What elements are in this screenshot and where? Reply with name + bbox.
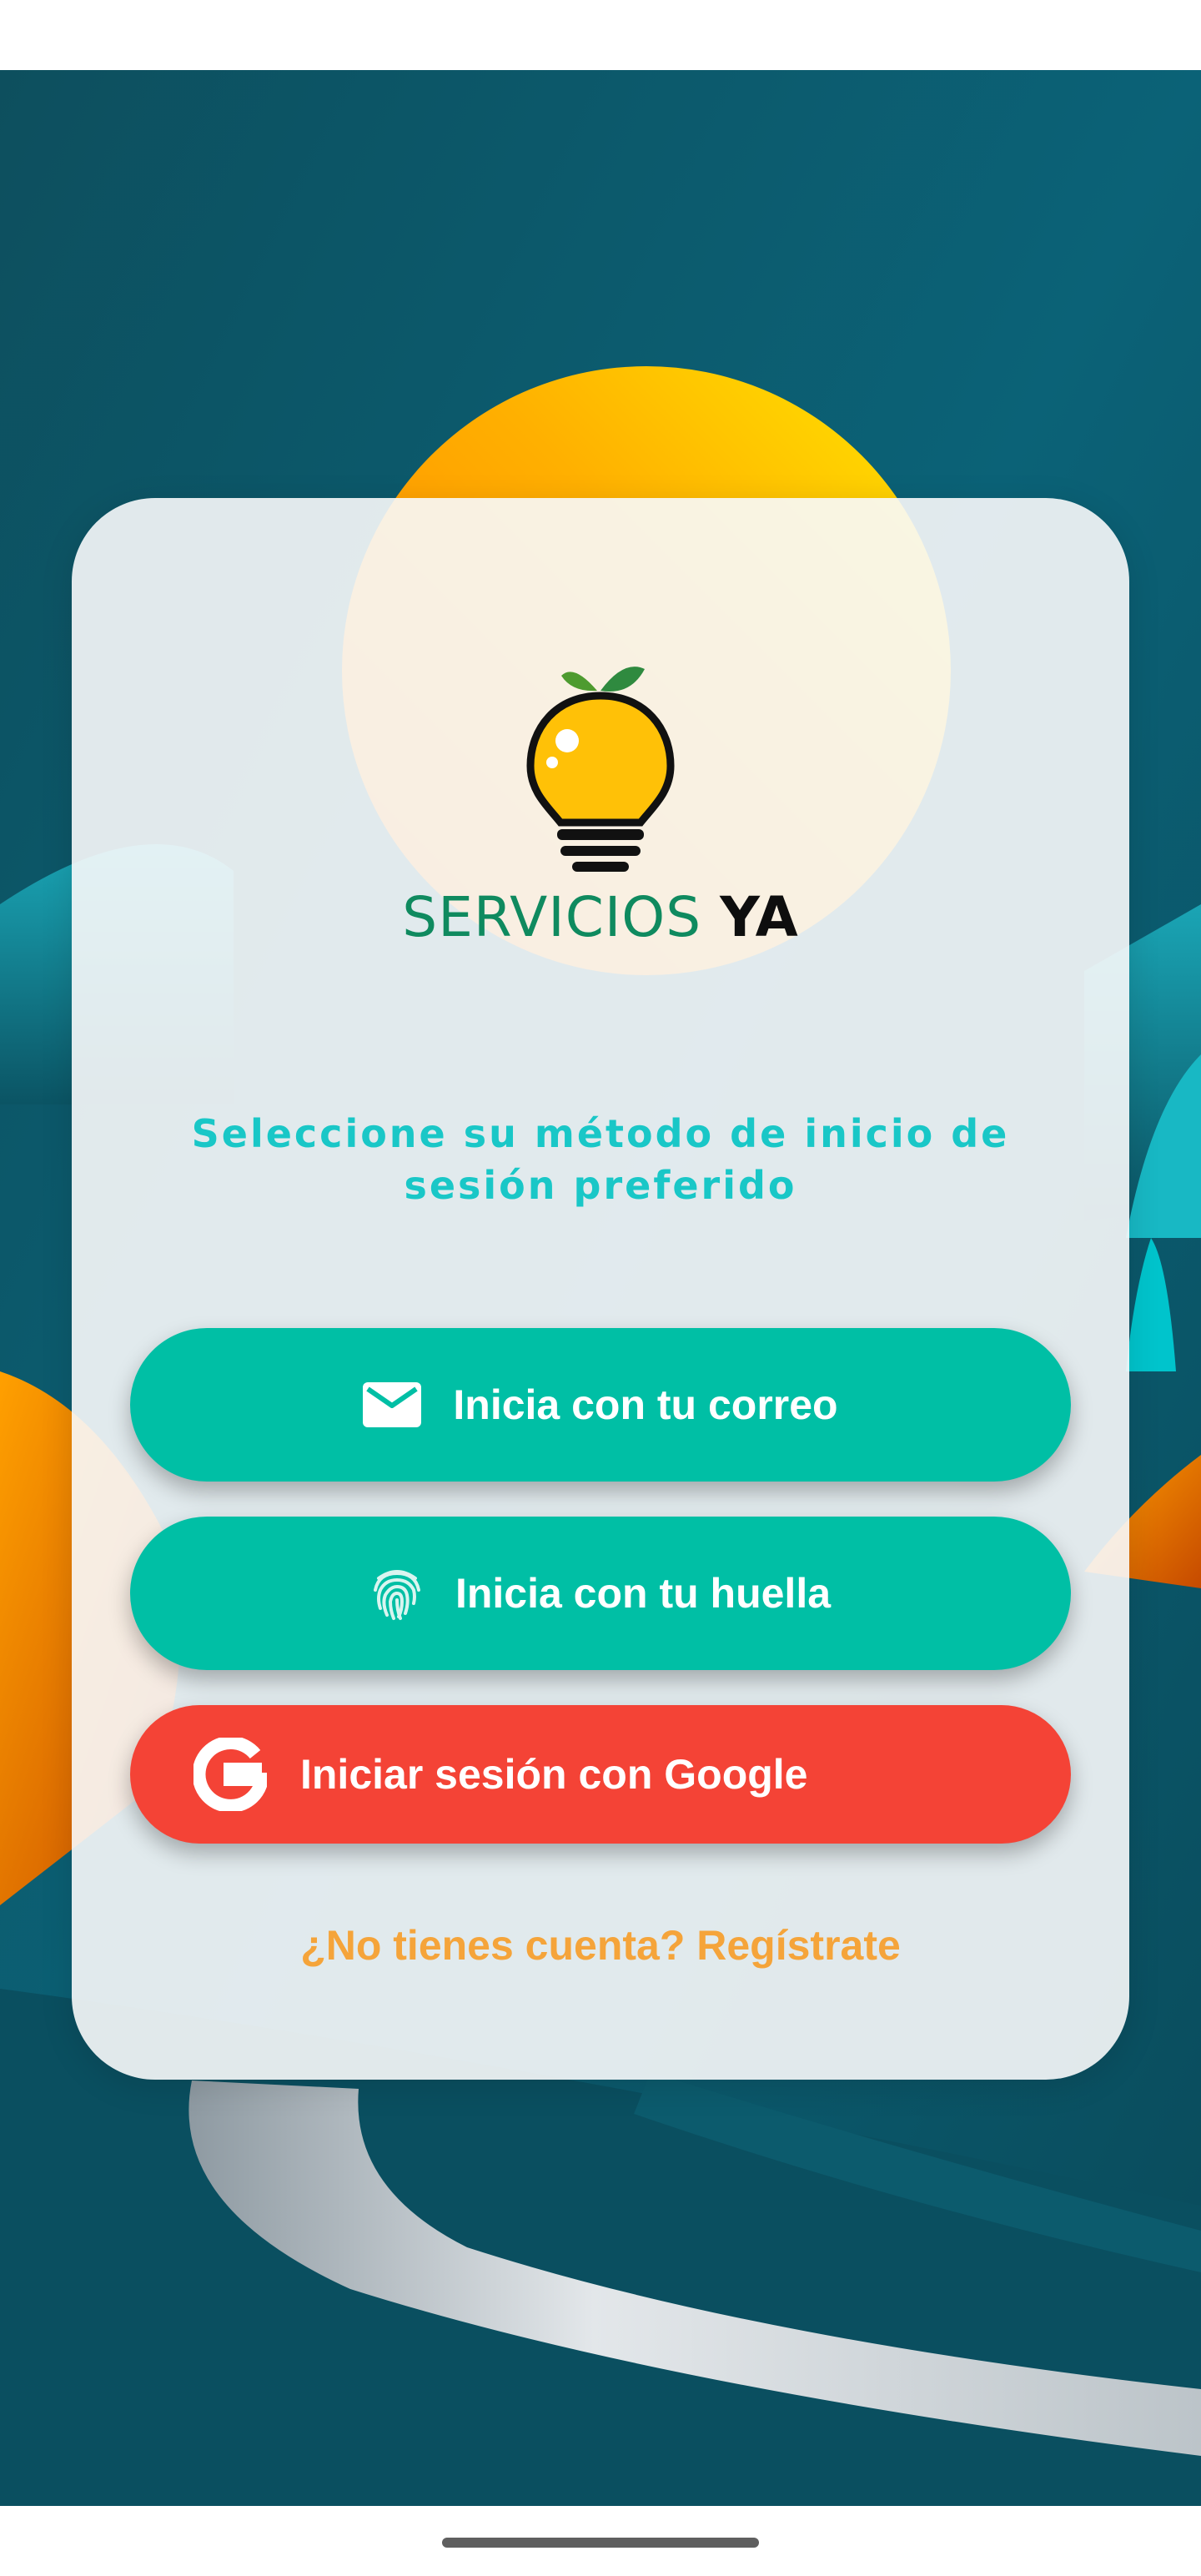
mail-icon: [363, 1382, 422, 1427]
email-login-label: Inicia con tu correo: [453, 1381, 838, 1428]
google-login-button[interactable]: Iniciar sesión con Google: [130, 1705, 1071, 1844]
fingerprint-icon: [370, 1565, 424, 1622]
navigation-bar: [0, 2506, 1201, 2576]
login-screen: SERVICIOS YA Seleccione su método de ini…: [0, 0, 1201, 2576]
status-bar: [0, 0, 1201, 70]
brand-name: SERVICIOS YA: [0, 884, 1201, 951]
google-icon: [193, 1738, 267, 1811]
fingerprint-login-label: Inicia con tu huella: [455, 1570, 832, 1617]
fingerprint-login-button[interactable]: Inicia con tu huella: [130, 1517, 1071, 1670]
register-link[interactable]: ¿No tienes cuenta? Regístrate: [0, 1919, 1201, 1972]
lightbulb-leaf-icon: [524, 659, 677, 880]
email-login-button[interactable]: Inicia con tu correo: [130, 1328, 1071, 1482]
brand-name-part1: SERVICIOS: [402, 885, 702, 949]
login-method-prompt: Seleccione su método de inicio de sesión…: [191, 1111, 1010, 1208]
google-login-label: Iniciar sesión con Google: [300, 1751, 808, 1798]
brand-name-part2: YA: [720, 885, 799, 949]
home-indicator[interactable]: [442, 2538, 759, 2548]
